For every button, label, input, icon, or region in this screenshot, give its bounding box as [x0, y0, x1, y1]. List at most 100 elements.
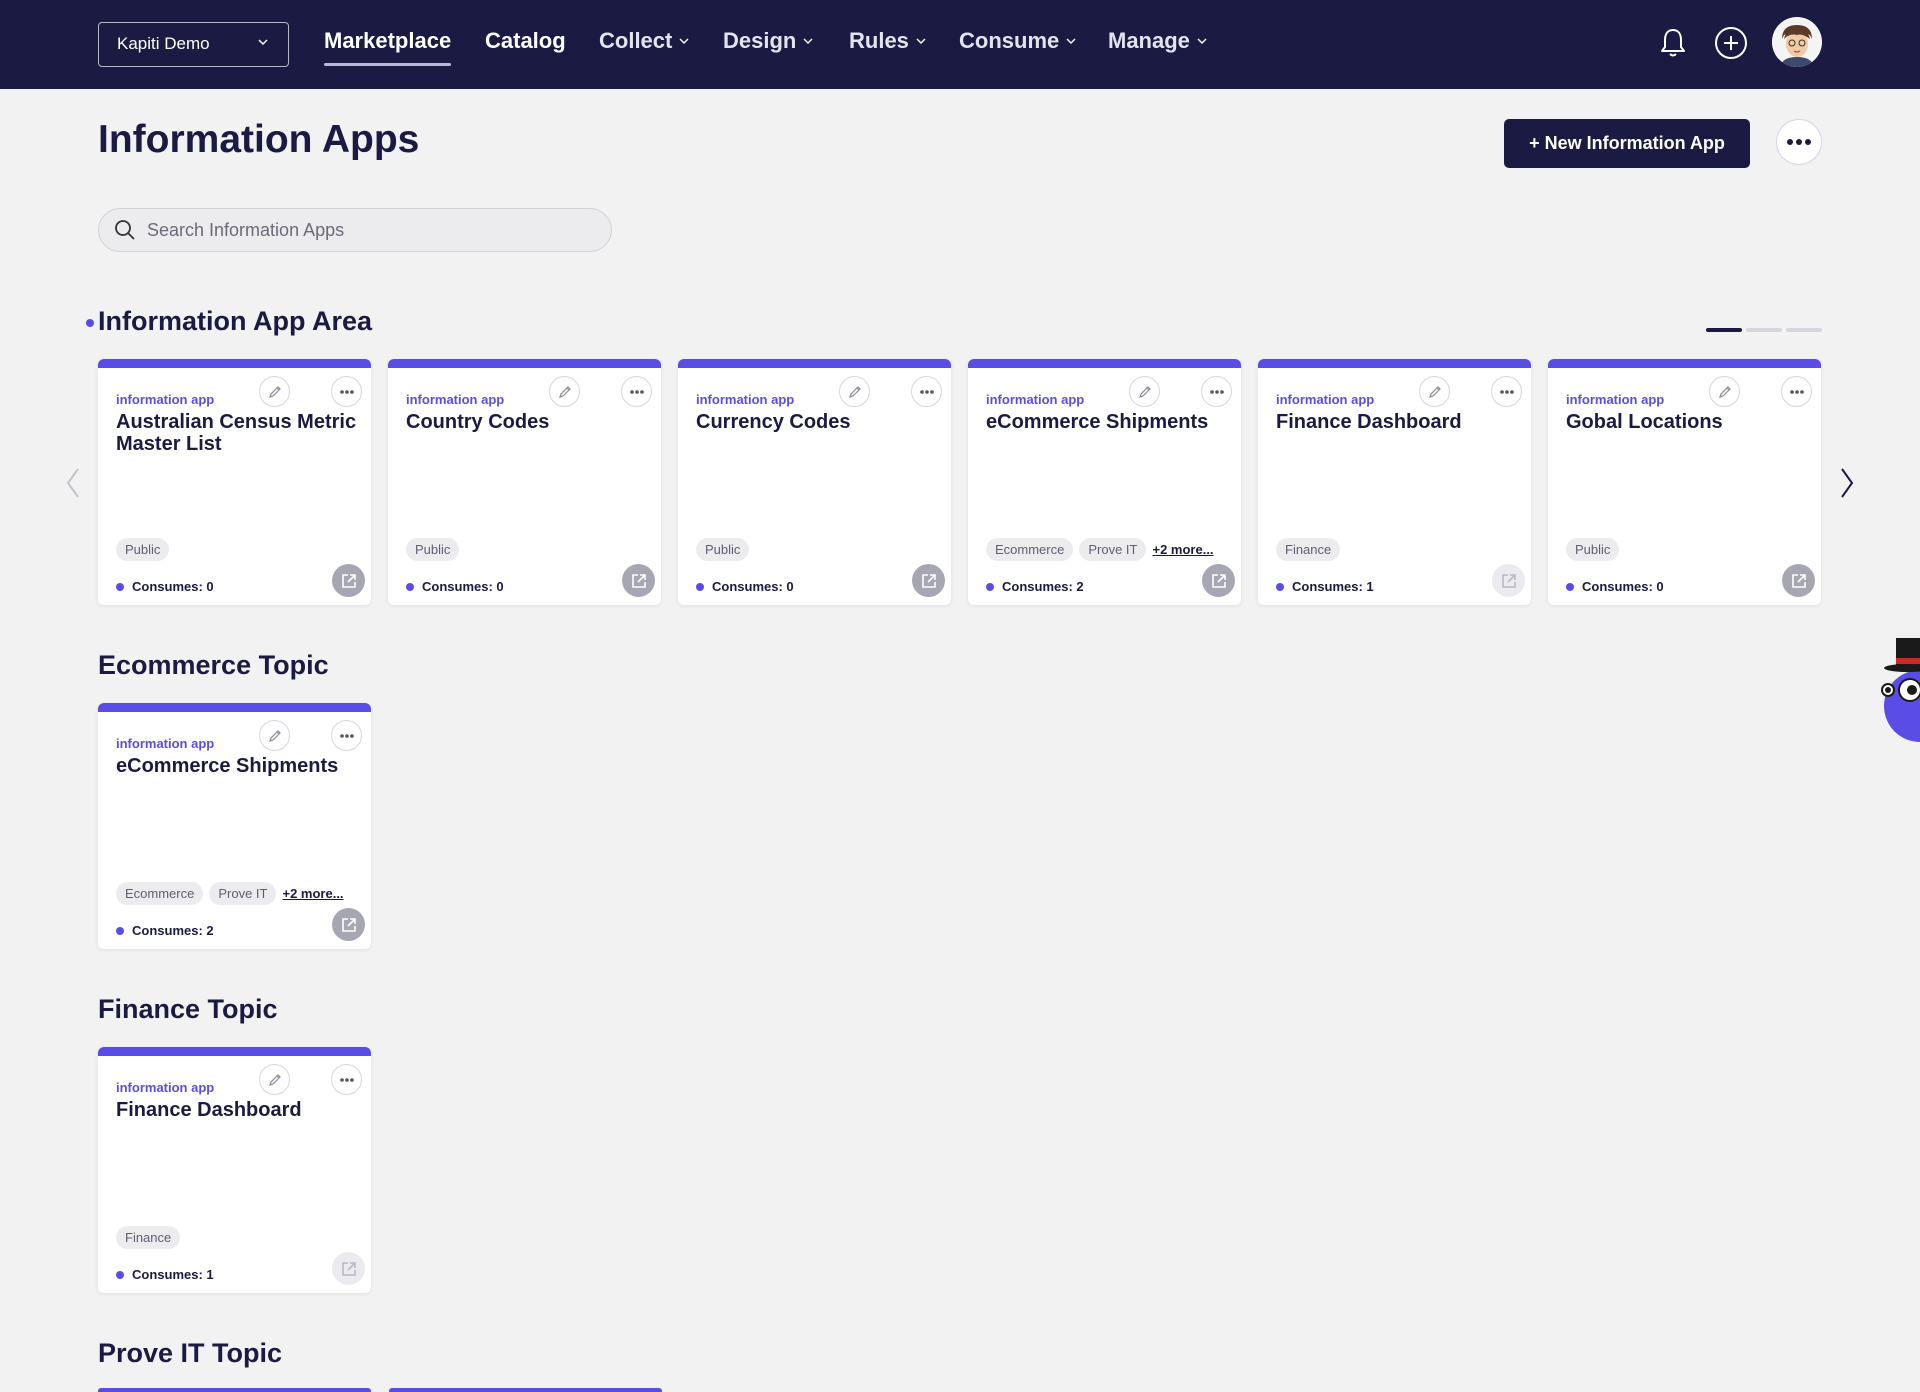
card-more-options-button[interactable]	[331, 720, 362, 751]
plus-circle-icon[interactable]	[1712, 24, 1750, 62]
card-more-options-button[interactable]	[331, 376, 362, 407]
status-dot	[1566, 582, 1574, 591]
chevron-down-icon	[258, 39, 268, 46]
tag-badge: Prove IT	[209, 882, 277, 905]
status-dot	[1276, 582, 1284, 591]
open-app-button[interactable]	[332, 1252, 365, 1285]
nav-rules[interactable]: Rules	[849, 28, 927, 54]
section-title: Prove IT Topic	[98, 1338, 283, 1368]
external-link-icon	[631, 573, 646, 588]
ellipsis-icon	[1499, 389, 1514, 394]
edit-button[interactable]	[259, 720, 290, 751]
nav-design[interactable]: Design	[723, 28, 814, 54]
consumes-count: Consumes: 0	[406, 579, 504, 594]
nav-rules-label: Rules	[849, 28, 909, 53]
open-app-button[interactable]	[1782, 564, 1815, 597]
page-more-options-button[interactable]	[1776, 119, 1822, 165]
card-title[interactable]: eCommerce Shipments	[116, 755, 361, 777]
consumes-count: Consumes: 2	[986, 579, 1084, 594]
nav-collect-label: Collect	[599, 28, 673, 53]
card-title[interactable]: Country Codes	[406, 411, 651, 433]
chevron-down-icon	[1197, 38, 1207, 44]
nav-manage-label: Manage	[1108, 28, 1190, 53]
consumes-label: Consumes: 0	[1582, 579, 1664, 594]
edit-button[interactable]	[1709, 376, 1740, 407]
user-avatar[interactable]	[1772, 17, 1822, 67]
pencil-icon	[268, 729, 281, 742]
information-app-card[interactable]: information app Currency Codes Public Consu…	[678, 359, 951, 605]
nav-consume[interactable]: Consume	[959, 28, 1077, 54]
workspace-selector[interactable]: Kapiti Demo	[98, 22, 289, 67]
information-app-card[interactable]: information app eCommerce Shipments Ecomme…	[98, 703, 371, 949]
section-title: Ecommerce Topic	[98, 650, 329, 680]
ellipsis-icon	[1209, 389, 1224, 394]
page-title: Information Apps	[98, 118, 420, 161]
nav-collect[interactable]: Collect	[599, 28, 690, 54]
edit-button[interactable]	[839, 376, 870, 407]
search-input[interactable]	[147, 219, 587, 241]
nav-marketplace[interactable]: Marketplace	[324, 28, 452, 66]
card-title[interactable]: Gobal Locations	[1566, 411, 1811, 433]
edit-button[interactable]	[259, 376, 290, 407]
edit-button[interactable]	[1419, 376, 1450, 407]
carousel-next-arrow-icon[interactable]	[1834, 465, 1858, 501]
tag-list: Public	[696, 538, 750, 561]
helper-mascot-icon[interactable]	[1874, 638, 1920, 742]
card-type-label: information app	[406, 392, 505, 407]
consumes-count: Consumes: 2	[116, 923, 214, 938]
open-app-button[interactable]	[332, 564, 365, 597]
information-app-card[interactable]: information app Finance Dashboard Finance C…	[1258, 359, 1531, 605]
tag-badge: Prove IT	[1079, 538, 1147, 561]
more-tags-link[interactable]: +2 more...	[282, 886, 343, 901]
open-app-button[interactable]	[332, 908, 365, 941]
open-app-button[interactable]	[912, 564, 945, 597]
card-more-options-button[interactable]	[911, 376, 942, 407]
information-app-card[interactable]: information app Country Codes Public Consum…	[388, 359, 661, 605]
consumes-label: Consumes: 0	[712, 579, 794, 594]
carousel-page-indicator[interactable]	[1706, 328, 1742, 332]
nav-catalog[interactable]: Catalog	[485, 28, 566, 54]
card-type-label: information app	[116, 736, 215, 751]
carousel-page-indicator[interactable]	[1786, 328, 1822, 332]
nav-manage[interactable]: Manage	[1108, 28, 1208, 54]
edit-button[interactable]	[259, 1064, 290, 1095]
search-box	[98, 208, 612, 252]
card-title[interactable]: Australian Census Metric Master List	[116, 411, 361, 455]
card-title[interactable]: Currency Codes	[696, 411, 941, 433]
information-app-card[interactable]: information app eCommerce Shipments Ecomme…	[968, 359, 1241, 605]
card-more-options-button[interactable]	[331, 1064, 362, 1095]
consumes-count: Consumes: 0	[696, 579, 794, 594]
status-dot	[406, 582, 414, 591]
card-title[interactable]: Finance Dashboard	[116, 1099, 361, 1121]
external-link-icon	[1791, 573, 1806, 588]
carousel-prev-arrow-icon[interactable]	[62, 465, 86, 501]
card-type-label: information app	[986, 392, 1085, 407]
nav-catalog-label: Catalog	[485, 28, 566, 53]
information-app-card[interactable]: information app Australian Census Metric …	[98, 359, 371, 605]
edit-button[interactable]	[1129, 376, 1160, 407]
section-indicator-dot	[86, 319, 94, 327]
open-app-button[interactable]	[1202, 564, 1235, 597]
information-app-card[interactable]: information app Gobal Locations Public Cons…	[1548, 359, 1821, 605]
card-title[interactable]: eCommerce Shipments	[986, 411, 1231, 433]
ellipsis-icon	[339, 733, 354, 738]
card-more-options-button[interactable]	[621, 376, 652, 407]
consumes-count: Consumes: 0	[116, 579, 214, 594]
card-more-options-button[interactable]	[1201, 376, 1232, 407]
consumes-label: Consumes: 2	[1002, 579, 1084, 594]
carousel-page-indicator[interactable]	[1746, 328, 1782, 332]
more-tags-link[interactable]: +2 more...	[1152, 542, 1213, 557]
edit-button[interactable]	[549, 376, 580, 407]
card-more-options-button[interactable]	[1781, 376, 1812, 407]
new-information-app-button[interactable]: + New Information App	[1504, 119, 1750, 168]
external-link-icon	[341, 1261, 356, 1276]
external-link-icon	[341, 573, 356, 588]
information-app-card[interactable]: information app Finance Dashboard Finance C…	[98, 1047, 371, 1293]
card-more-options-button[interactable]	[1491, 376, 1522, 407]
open-app-button[interactable]	[1492, 564, 1525, 597]
open-app-button[interactable]	[622, 564, 655, 597]
ellipsis-icon	[339, 1077, 354, 1082]
bell-icon[interactable]	[1654, 24, 1692, 62]
card-title[interactable]: Finance Dashboard	[1276, 411, 1521, 433]
workspace-label: Kapiti Demo	[117, 34, 210, 53]
